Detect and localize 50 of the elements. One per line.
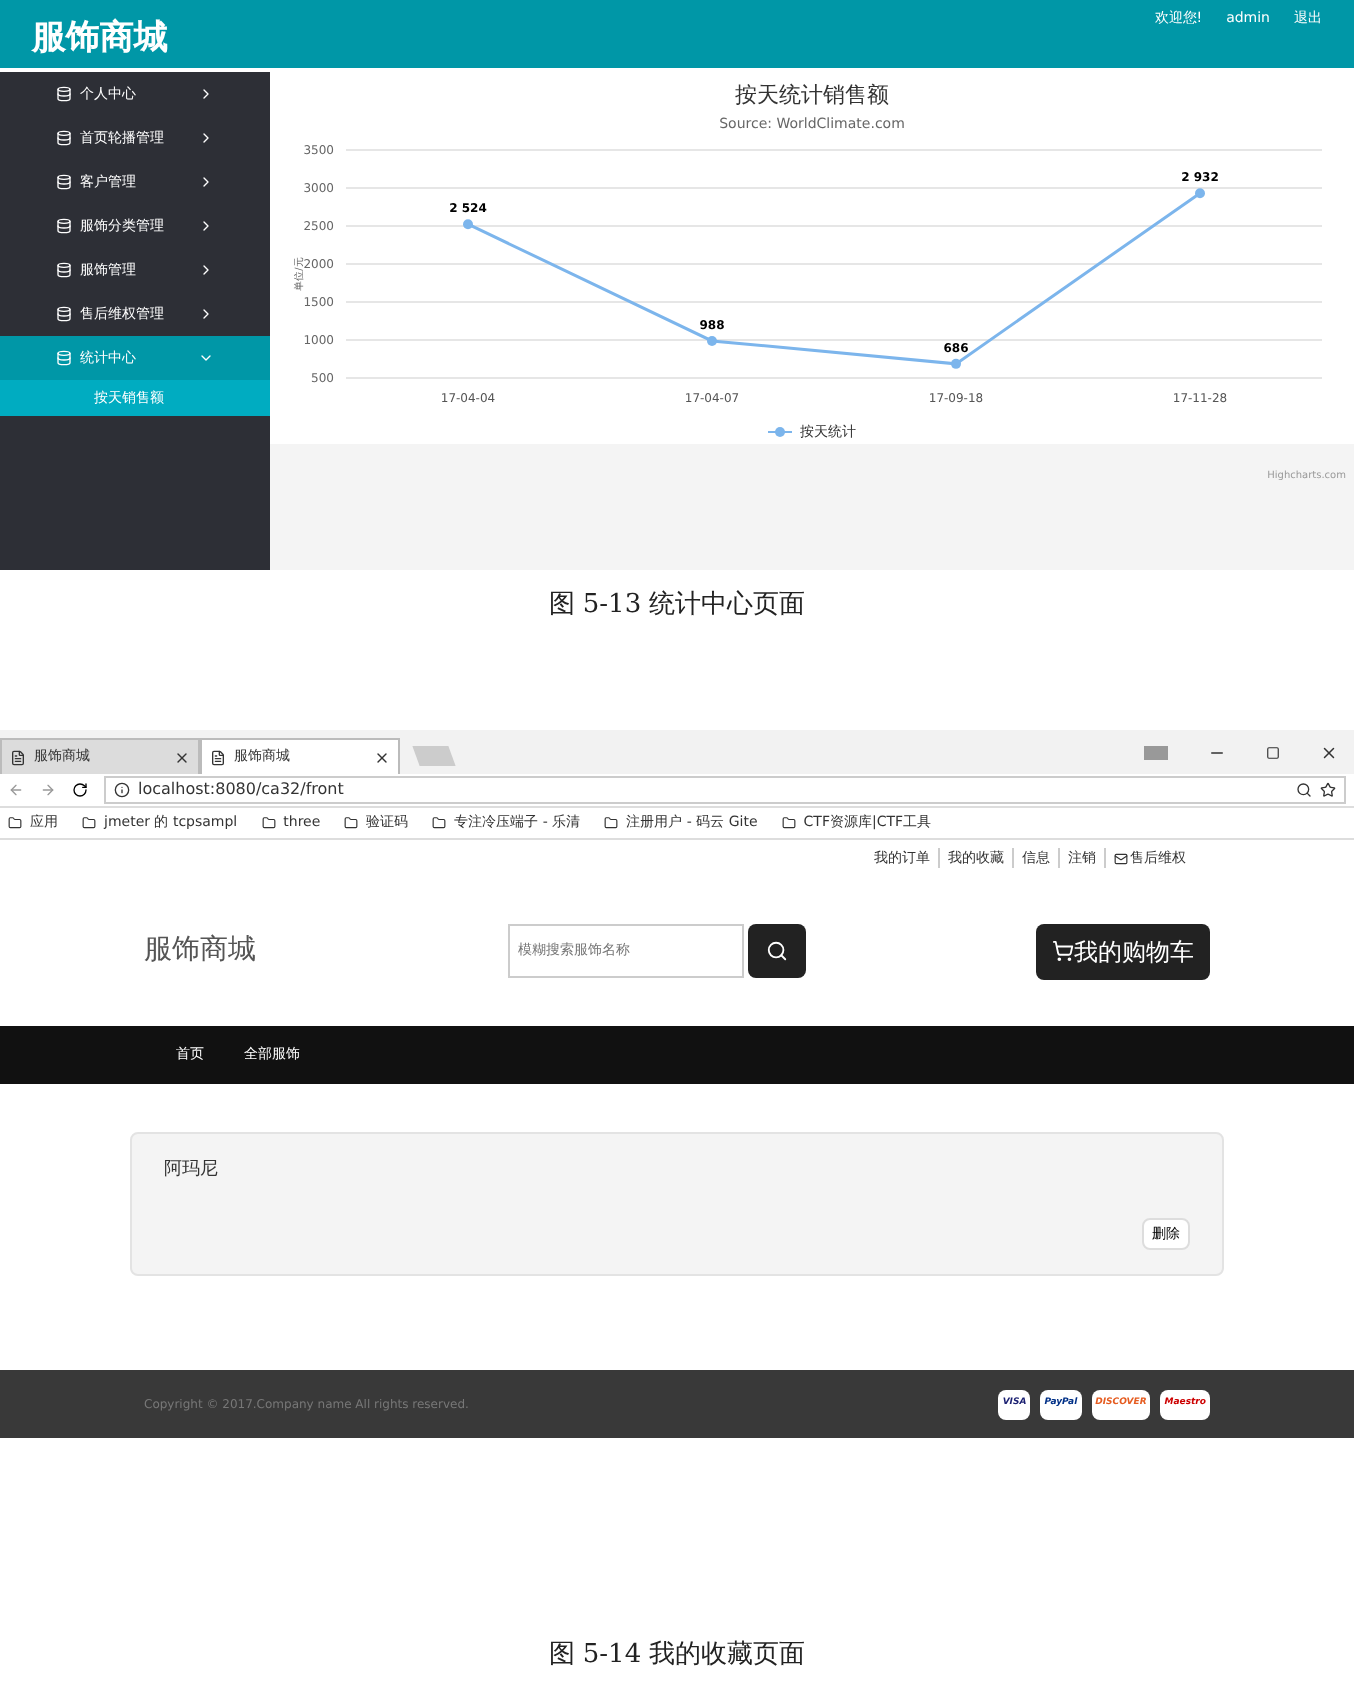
figure-caption: 图 5-14 我的收藏页面 <box>548 1637 806 1673</box>
bookmark-icon <box>432 816 447 830</box>
product-name[interactable]: 阿玛尼 <box>164 1158 1190 1185</box>
caret-icon <box>198 130 214 146</box>
cart-icon <box>1052 940 1074 962</box>
maximize-icon[interactable] <box>1266 745 1280 759</box>
point <box>707 335 717 346</box>
star-icon[interactable] <box>1320 782 1336 798</box>
page-icon <box>10 749 26 765</box>
point <box>951 358 961 369</box>
page-icon <box>210 749 226 765</box>
info-icon <box>114 782 130 798</box>
bookmark-icon <box>82 816 96 830</box>
chart-title: 按天统计销售额 <box>735 80 889 112</box>
caret-icon <box>198 262 214 278</box>
point <box>463 219 473 230</box>
stack-icon <box>56 86 72 102</box>
stack-icon <box>56 350 72 366</box>
stack-icon <box>56 262 72 278</box>
bookmark-icon <box>604 816 619 830</box>
address-field[interactable]: localhost:8080/ca32/front <box>104 776 1346 804</box>
caret-icon <box>198 218 214 234</box>
site-title: 服饰商城 <box>32 16 168 62</box>
stack-icon <box>56 174 72 190</box>
point <box>1195 188 1205 199</box>
stack-icon <box>56 218 72 234</box>
caret-icon <box>198 174 214 190</box>
search-icon <box>766 940 788 962</box>
forward-icon[interactable] <box>40 782 56 798</box>
close-icon[interactable] <box>374 749 390 765</box>
stack-icon <box>56 306 72 322</box>
figure-caption: 图 5-13 统计中心页面 <box>548 588 806 625</box>
search-icon[interactable] <box>1296 782 1312 798</box>
caret-icon <box>198 86 214 102</box>
bookmark-icon <box>261 816 276 830</box>
caret-icon <box>198 306 214 322</box>
stack-icon <box>56 130 72 146</box>
back-icon[interactable] <box>8 782 24 798</box>
caret-icon <box>198 350 214 366</box>
logo-text[interactable]: 服饰商城 <box>144 930 508 972</box>
bookmark-icon <box>781 816 796 830</box>
search-button[interactable] <box>748 924 806 978</box>
cart-button[interactable]: 我的购物车 <box>1036 923 1210 979</box>
legend-marker-icon <box>768 426 792 439</box>
close-icon[interactable] <box>1320 743 1338 761</box>
bookmark-icon <box>8 816 22 830</box>
mail-icon <box>1114 851 1128 865</box>
bookmark-icon <box>344 816 359 830</box>
close-icon[interactable] <box>174 749 190 765</box>
reload-icon[interactable] <box>72 782 88 798</box>
